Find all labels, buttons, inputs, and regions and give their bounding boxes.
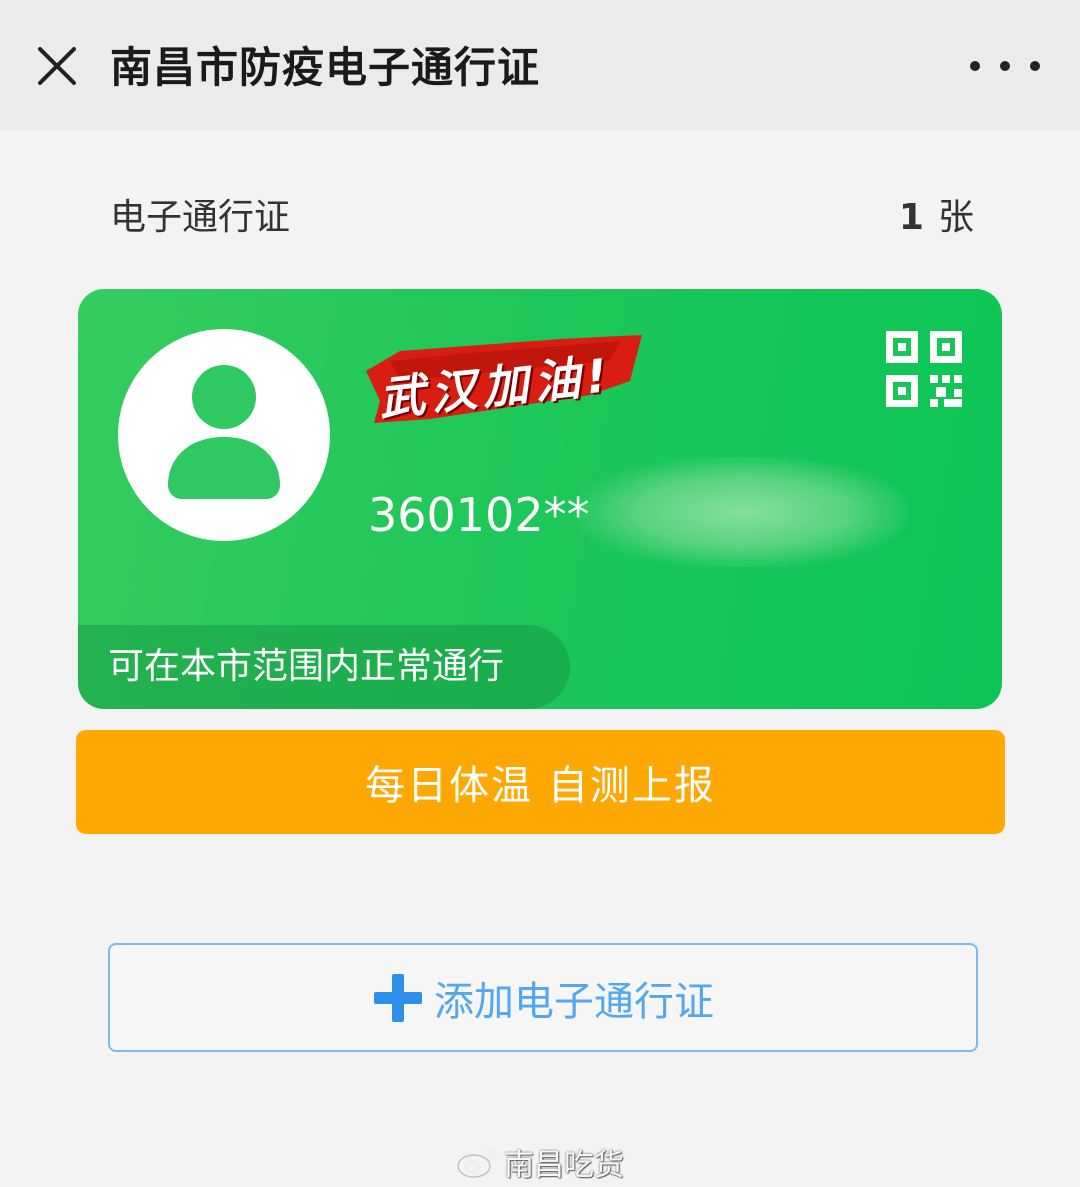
weibo-icon	[456, 1148, 498, 1179]
report-button-label: 每日体温 自测上报	[365, 763, 716, 809]
pass-card[interactable]: 武汉加油! 360102** 可在本市范围内正常通行	[78, 289, 1002, 709]
close-icon[interactable]	[28, 38, 84, 94]
title-bar: 南昌市防疫电子通行证	[0, 0, 1080, 130]
status-text: 可在本市范围内正常通行	[108, 646, 505, 687]
qr-code-icon[interactable]	[884, 329, 964, 409]
more-icon[interactable]	[970, 50, 1040, 82]
more-dot	[970, 61, 980, 71]
slogan-banner: 武汉加油!	[360, 331, 650, 427]
avatar-icon	[168, 365, 280, 499]
pass-count-unit: 张	[937, 197, 974, 238]
status-badge: 可在本市范围内正常通行	[78, 625, 570, 709]
more-dot	[1000, 61, 1010, 71]
redaction-smudge	[578, 457, 908, 567]
page-title: 南昌市防疫电子通行证	[110, 43, 541, 92]
plus-icon	[372, 972, 424, 1024]
pass-count-number: 1	[898, 197, 924, 238]
section-label: 电子通行证	[110, 197, 291, 238]
watermark: 南昌吃货	[456, 1140, 624, 1184]
avatar	[118, 329, 330, 541]
add-pass-button[interactable]: 添加电子通行证	[108, 943, 978, 1052]
pass-count: 1张	[870, 190, 974, 246]
watermark-text: 南昌吃货	[504, 1148, 624, 1183]
more-dot	[1030, 61, 1040, 71]
daily-temperature-report-button[interactable]: 每日体温 自测上报	[76, 730, 1005, 834]
add-pass-label: 添加电子通行证	[434, 978, 714, 1025]
id-number: 360102**	[368, 488, 590, 542]
